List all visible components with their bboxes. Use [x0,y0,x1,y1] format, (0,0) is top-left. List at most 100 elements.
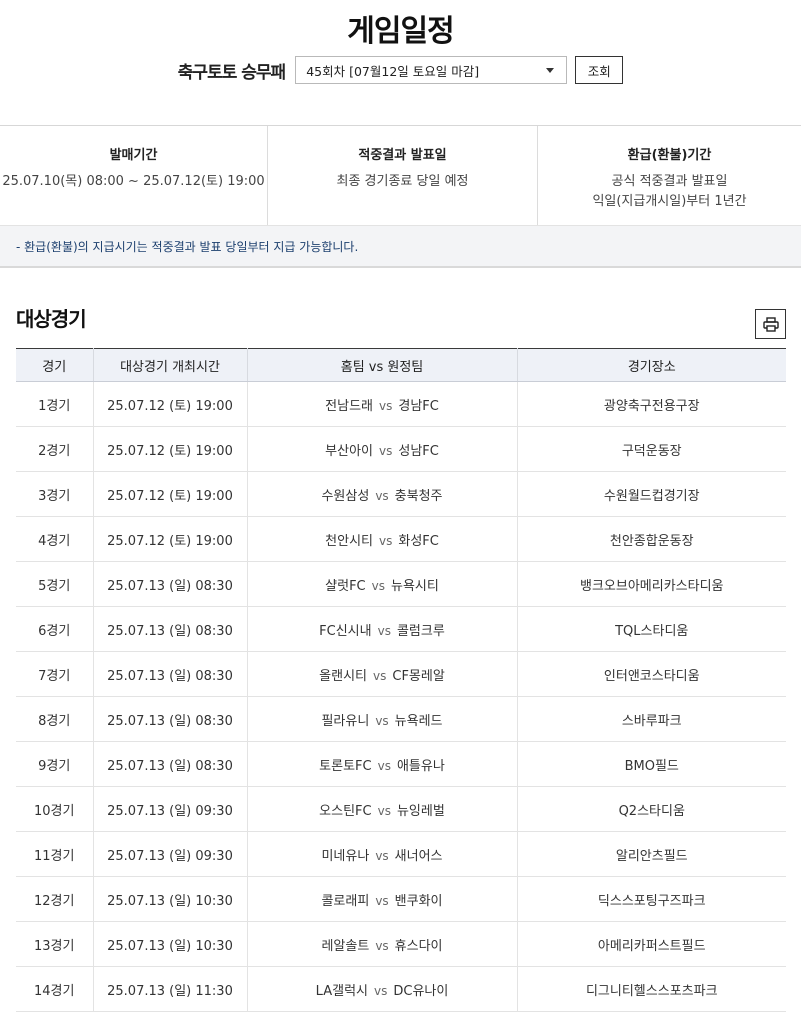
match-venue: TQL스타디움 [516,606,786,652]
match-venue: Q2스타디움 [516,786,786,832]
match-number: 12경기 [16,876,93,922]
table-row: 8경기 25.07.13 (일) 08:30 필라유니 vs 뉴욕레드 스바루파크 [16,696,786,742]
table-row: 10경기 25.07.13 (일) 09:30 오스틴FC vs 뉴잉레벌 Q2스타디움 [16,786,786,832]
schedule-table: 경기 대상경기 개최시간 홈팀 vs 원정팀 경기장소 1경기 25.07.12 … [16,348,786,1012]
match-teams: 부산아이 vs 성남FC [246,426,517,472]
home-team: 전남드래 [325,398,373,414]
match-venue: 뱅크오브아메리카스타디움 [516,561,786,607]
away-team: CF몽레알 [392,668,445,684]
away-team: 화성FC [398,533,439,549]
match-venue: 알리안츠필드 [516,831,786,877]
match-venue: 광양축구전용구장 [516,381,786,427]
result-date-value: 최종 경기종료 당일 예정 [336,174,469,189]
round-select[interactable]: 45회차 [07월12일 토요일 마감] [295,56,568,84]
sale-period-label: 발매기간 [109,148,158,163]
match-time: 25.07.13 (일) 08:30 [92,561,247,607]
result-date-label: 적중결과 발표일 [358,148,447,163]
table-row: 3경기 25.07.12 (토) 19:00 수원삼성 vs 충북청주 수원월드컵경기장 [16,471,786,517]
vs-label: vs [379,398,393,413]
match-time: 25.07.13 (일) 10:30 [92,921,247,967]
match-time: 25.07.13 (일) 10:30 [92,876,247,922]
away-team: 뉴욕레드 [394,713,443,729]
match-teams: 수원삼성 vs 충북청주 [246,471,517,517]
match-number: 8경기 [16,696,93,742]
away-team: 경남FC [398,398,439,414]
match-venue: BMO필드 [516,741,786,787]
match-time: 25.07.13 (일) 08:30 [92,606,247,652]
refund-period: 환급(환불)기간 공식 적중결과 발표일 익일(지급개시일)부터 1년간 [537,126,801,225]
refund-period-line2: 익일(지급개시일)부터 1년간 [592,194,747,209]
match-number: 2경기 [16,426,93,472]
match-number: 11경기 [16,831,93,877]
match-teams: 미네유나 vs 새너어스 [246,831,517,877]
vs-label: vs [377,803,391,818]
schedule-body: 1경기 25.07.12 (토) 19:00 전남드래 vs 경남FC 광양축구전용구장 2… [16,381,786,1012]
printer-icon [762,316,779,332]
match-number: 3경기 [16,471,93,517]
table-header-row: 경기 대상경기 개최시간 홈팀 vs 원정팀 경기장소 [16,348,786,382]
match-teams: 샬럿FC vs 뉴욕시티 [246,561,517,607]
away-team: 성남FC [398,443,439,459]
away-team: 새너어스 [394,848,443,864]
match-teams: 레알솔트 vs 휴스다이 [246,921,517,967]
match-venue: 천안종합운동장 [516,516,786,562]
match-teams: LA갤럭시 vs DC유나이 [246,966,517,1012]
match-time: 25.07.12 (토) 19:00 [92,471,247,517]
section-title: 대상경기 [16,307,87,331]
round-selector-row: 축구토토 승무패 45회차 [07월12일 토요일 마감] 조회 [0,55,801,85]
vs-label: vs [375,488,389,503]
away-team: 콜럼크루 [396,623,445,639]
refund-period-line1: 공식 적중결과 발표일 [611,174,728,189]
match-time: 25.07.13 (일) 11:30 [92,966,247,1012]
match-time: 25.07.12 (토) 19:00 [92,516,247,562]
match-number: 6경기 [16,606,93,652]
home-team: 오스틴FC [319,803,372,819]
round-select-value: 45회차 [07월12일 토요일 마감] [306,63,480,79]
sale-period-value: 25.07.10(목) 08:00 ~ 25.07.12(토) 19:00 [2,174,265,189]
match-venue: 수원월드컵경기장 [516,471,786,517]
vs-label: vs [371,578,385,593]
chevron-down-icon [546,67,555,73]
match-teams: 천안시티 vs 화성FC [246,516,517,562]
away-team: 애틀유나 [396,758,445,774]
match-venue: 인터앤코스타디움 [516,651,786,697]
match-time: 25.07.13 (일) 08:30 [92,696,247,742]
col-header-match: 경기 [16,348,93,382]
col-header-time: 대상경기 개최시간 [92,348,247,382]
match-teams: 전남드래 vs 경남FC [246,381,517,427]
col-header-teams: 홈팀 vs 원정팀 [246,348,517,382]
match-time: 25.07.13 (일) 09:30 [92,786,247,832]
home-team: FC신시내 [319,623,372,639]
home-team: 부산아이 [325,443,373,459]
table-row: 7경기 25.07.13 (일) 08:30 올랜시티 vs CF몽레알 인터앤코스타디움 [16,651,786,697]
match-time: 25.07.13 (일) 08:30 [92,741,247,787]
home-team: 레알솔트 [321,938,370,954]
refund-period-label: 환급(환불)기간 [627,148,712,163]
query-button[interactable]: 조회 [575,56,624,84]
vs-label: vs [379,443,393,458]
vs-label: vs [375,848,389,863]
table-row: 14경기 25.07.13 (일) 11:30 LA갤럭시 vs DC유나이 디그니티헬스… [16,966,786,1012]
sale-info-box: 발매기간 25.07.10(목) 08:00 ~ 25.07.12(토) 19:… [0,125,801,226]
home-team: 미네유나 [321,848,370,864]
match-number: 5경기 [16,561,93,607]
table-row: 6경기 25.07.13 (일) 08:30 FC신시내 vs 콜럼크루 TQL스타디움 [16,606,786,652]
print-button[interactable] [755,309,786,339]
match-number: 7경기 [16,651,93,697]
table-row: 4경기 25.07.12 (토) 19:00 천안시티 vs 화성FC 천안종합운동장 [16,516,786,562]
vs-label: vs [373,668,387,683]
home-team: 천안시티 [325,533,373,549]
away-team: 충북청주 [394,488,443,504]
match-venue: 스바루파크 [516,696,786,742]
away-team: 휴스다이 [394,938,443,954]
game-schedule-page: 게임일정 축구토토 승무패 45회차 [07월12일 토요일 마감] 조회 발매… [0,0,801,1012]
match-number: 1경기 [16,381,93,427]
away-team: DC유나이 [393,983,449,999]
vs-label: vs [374,983,388,998]
match-number: 13경기 [16,921,93,967]
match-venue: 아메리카퍼스트필드 [516,921,786,967]
home-team: 필라유니 [321,713,370,729]
match-teams: 토론토FC vs 애틀유나 [246,741,517,787]
table-row: 2경기 25.07.12 (토) 19:00 부산아이 vs 성남FC 구덕운동장 [16,426,786,472]
match-venue: 딕스스포팅구즈파크 [516,876,786,922]
